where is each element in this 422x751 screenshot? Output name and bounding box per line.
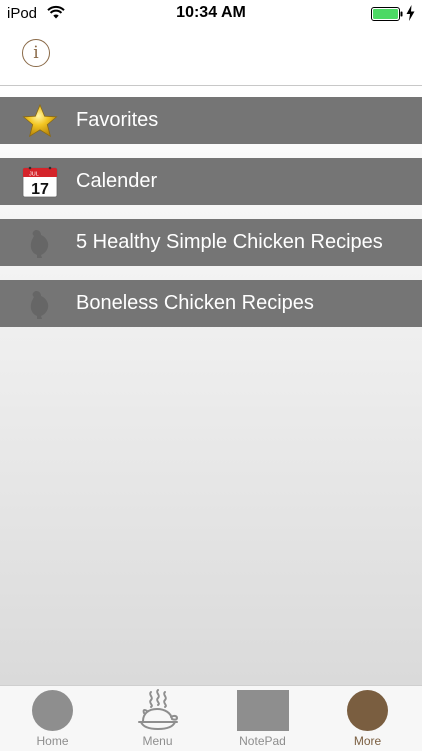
menu-item-label: 5 Healthy Simple Chicken Recipes bbox=[76, 231, 383, 253]
food-dish-icon bbox=[138, 689, 179, 731]
nav-bar: i bbox=[0, 28, 422, 86]
calendar-month: JUL bbox=[29, 172, 39, 178]
tab-more[interactable]: More bbox=[315, 686, 420, 751]
menu-item-label: Favorites bbox=[76, 109, 159, 131]
tab-home[interactable]: Home bbox=[0, 686, 105, 751]
menu-item-favorites[interactable]: Favorites bbox=[0, 97, 422, 144]
menu-item-label: Calender bbox=[76, 170, 158, 192]
menu-item-boneless-chicken-recipes[interactable]: Boneless Chicken Recipes bbox=[0, 280, 422, 327]
home-circle-icon bbox=[32, 690, 73, 731]
tab-menu[interactable]: Menu bbox=[105, 686, 210, 751]
chicken-icon bbox=[30, 230, 49, 258]
tab-label: Home bbox=[36, 734, 69, 748]
more-circle-icon bbox=[347, 690, 388, 731]
menu-item-calender[interactable]: JUL 17 Calender bbox=[0, 158, 422, 205]
tab-label: NotePad bbox=[239, 734, 286, 748]
calendar-icon: JUL 17 bbox=[22, 166, 58, 198]
chicken-icon bbox=[30, 291, 49, 319]
notepad-square-icon bbox=[237, 690, 289, 731]
charging-bolt-icon bbox=[406, 5, 415, 21]
calendar-day: 17 bbox=[31, 181, 49, 198]
star-icon bbox=[22, 104, 58, 138]
menu-item-label: Boneless Chicken Recipes bbox=[76, 292, 314, 314]
tab-bar: Home Menu NotePad More bbox=[0, 685, 422, 751]
status-time: 10:34 AM bbox=[176, 4, 246, 21]
tab-label: Menu bbox=[142, 734, 173, 748]
menu-item-healthy-chicken-recipes[interactable]: 5 Healthy Simple Chicken Recipes bbox=[0, 219, 422, 266]
battery-icon bbox=[371, 7, 403, 21]
info-button[interactable]: i bbox=[22, 39, 50, 67]
tab-label: More bbox=[353, 734, 382, 748]
status-bar: iPod 10:34 AM bbox=[0, 0, 422, 28]
tab-notepad[interactable]: NotePad bbox=[210, 686, 315, 751]
